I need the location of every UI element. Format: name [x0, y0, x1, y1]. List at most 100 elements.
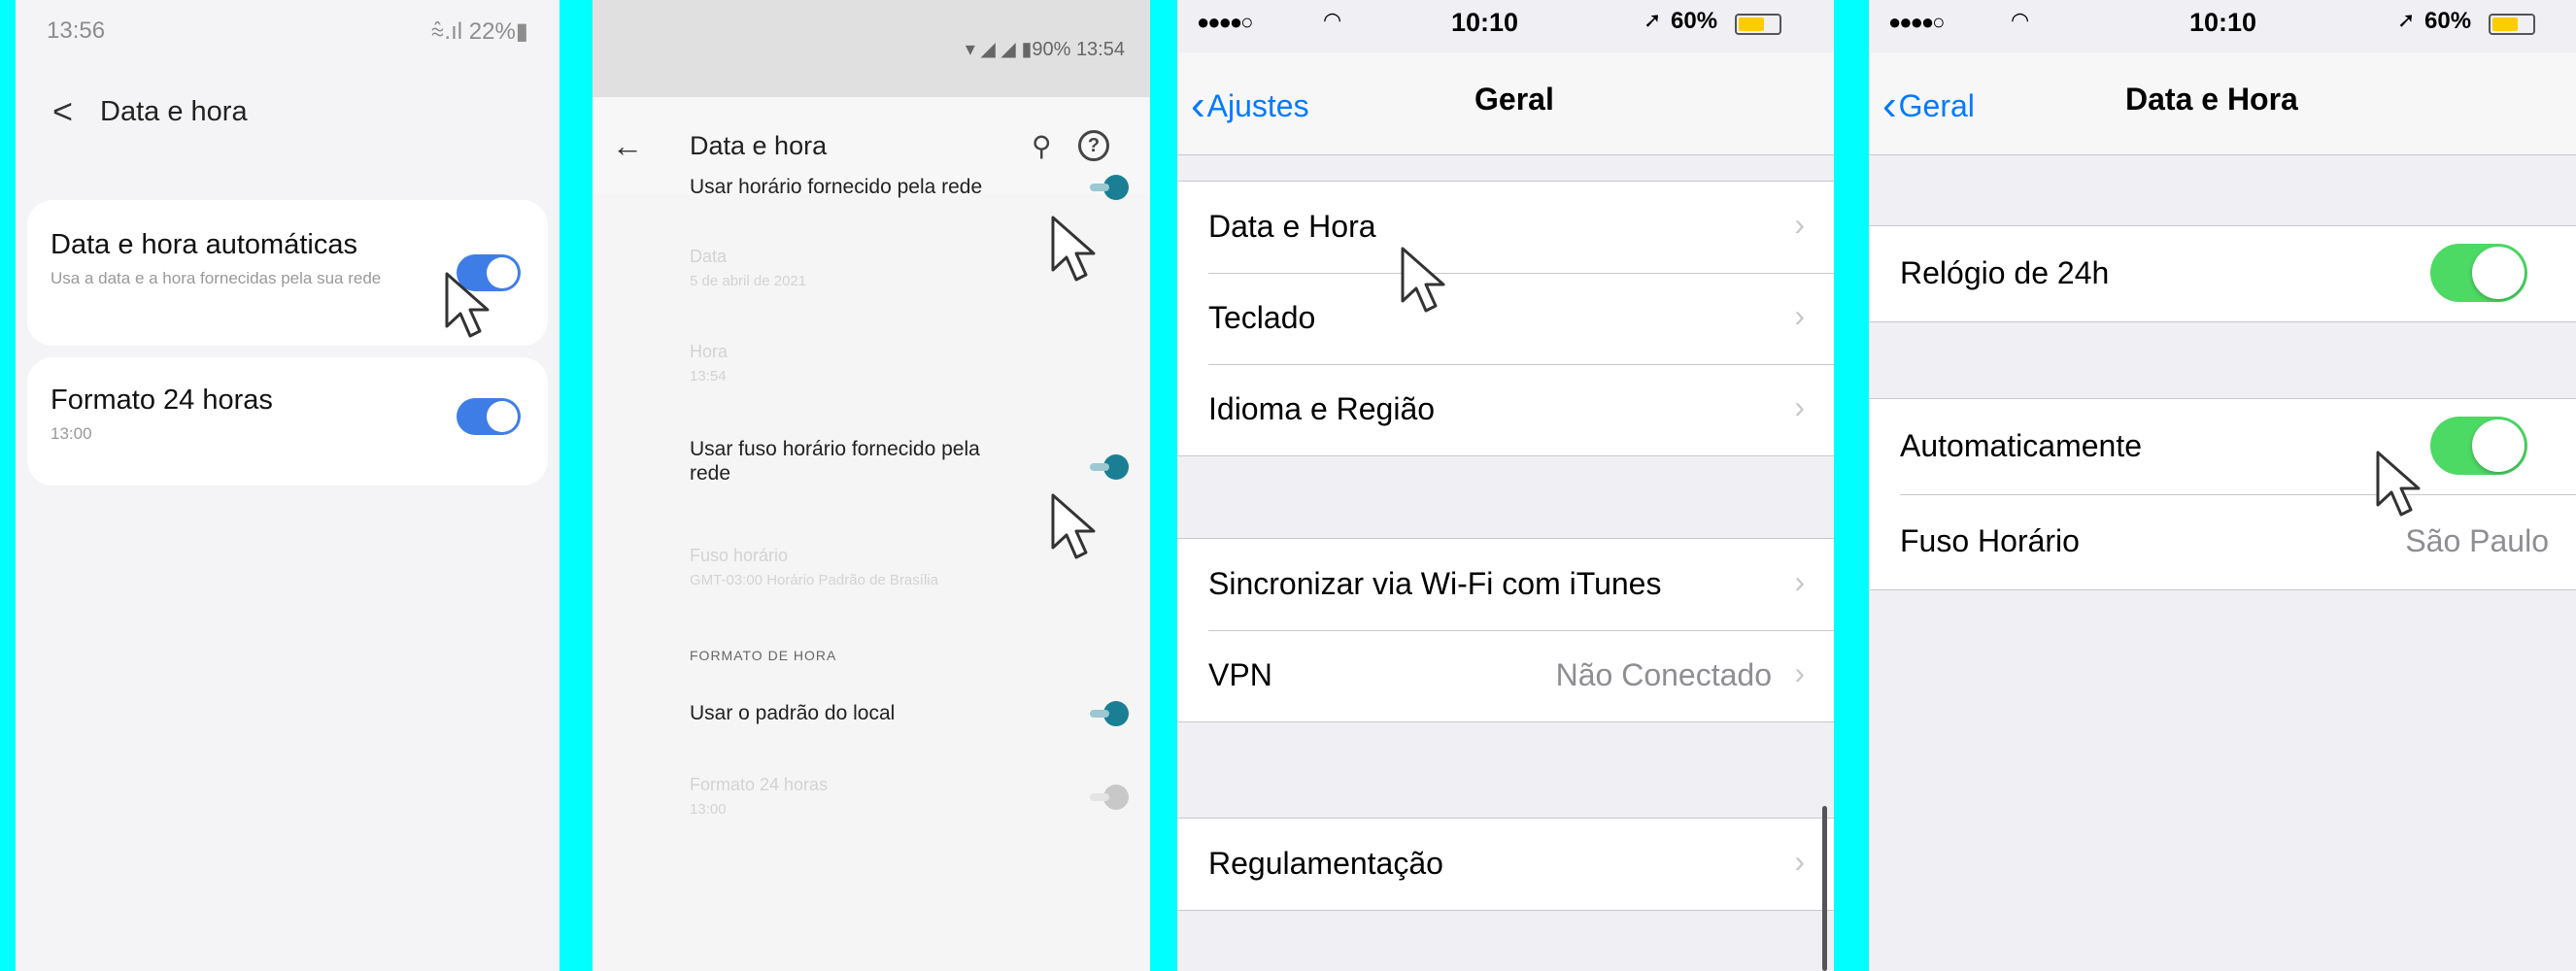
- chevron-right-icon: ›: [1794, 844, 1805, 879]
- status-time: 13:56: [47, 17, 106, 44]
- page-title: Data e hora: [100, 95, 248, 127]
- status-bar: 13:56 ⩯.ıl 22%▮: [16, 0, 559, 62]
- mouse-cursor-icon: [445, 272, 490, 338]
- page-title: Geral: [1474, 82, 1554, 117]
- ios-datetime-screen: ●●●●○ ◠ 10:10 ➚ 60% ‹Geral Data e Hora R…: [1869, 0, 2576, 971]
- status-icons: ▾ ◢ ◢ ▮90% 13:54: [965, 38, 1125, 60]
- automatic-toggle[interactable]: [2430, 417, 2527, 475]
- network-zone-toggle[interactable]: [1090, 454, 1129, 480]
- date-value: 5 de abril de 2021: [690, 273, 807, 289]
- row-language-region[interactable]: Idioma e Região ›: [1177, 364, 1834, 455]
- row-label: VPN: [1208, 657, 1272, 692]
- settings-group: Data e Hora › Teclado › Idioma e Região …: [1177, 181, 1834, 456]
- row-label: Data e Hora: [1208, 209, 1376, 244]
- battery-percent: 60%: [2424, 8, 2472, 34]
- signal-icon: ●●●●○: [1197, 10, 1253, 34]
- setting-label: Formato 24 horas: [51, 385, 273, 416]
- row-label: Automaticamente: [1900, 428, 2143, 463]
- chevron-left-icon: ‹: [1882, 82, 1897, 129]
- row-vpn[interactable]: VPN Não Conectado ›: [1177, 630, 1834, 721]
- help-icon[interactable]: ?: [1078, 130, 1109, 161]
- timezone-setting: Fuso horário GMT-03:00 Horário Padrão de…: [690, 544, 938, 592]
- network-zone-label[interactable]: Usar fuso horário fornecido pela rede: [690, 437, 1020, 486]
- row-date-time[interactable]: Data e Hora ›: [1177, 182, 1834, 273]
- mouse-cursor-icon: [1051, 216, 1096, 282]
- chevron-right-icon: ›: [1794, 298, 1805, 333]
- row-keyboard[interactable]: Teclado ›: [1177, 273, 1834, 364]
- vpn-status: Não Conectado: [1555, 657, 1772, 692]
- 24h-format-toggle[interactable]: [457, 398, 521, 435]
- settings-group: Regulamentação ›: [1177, 818, 1834, 911]
- location-icon: ➚: [1644, 8, 1662, 32]
- row-label: Sincronizar via Wi-Fi com iTunes: [1208, 566, 1662, 601]
- battery-percent: 60%: [1671, 8, 1718, 34]
- network-time-label[interactable]: Usar horário fornecido pela rede: [690, 175, 982, 199]
- setting-description: Usa a data e a hora fornecidas pela sua …: [51, 269, 382, 287]
- status-icons: ⩯.ıl 22%▮: [430, 17, 528, 45]
- mouse-cursor-icon: [1051, 493, 1096, 559]
- row-label: Idioma e Região: [1208, 391, 1436, 426]
- row-itunes-sync[interactable]: Sincronizar via Wi-Fi com iTunes ›: [1177, 539, 1834, 630]
- row-label: Relógio de 24h: [1900, 255, 2110, 290]
- network-time-toggle[interactable]: [1090, 175, 1129, 200]
- section-header: FORMATO DE HORA: [690, 648, 837, 663]
- back-button[interactable]: ‹Geral: [1882, 82, 1975, 130]
- time-setting: Hora 13:54: [690, 340, 728, 388]
- scrollbar[interactable]: [1822, 806, 1827, 971]
- chevron-left-icon: ‹: [1191, 82, 1205, 129]
- page-title: Data e hora: [690, 130, 828, 160]
- status-bar: ▾ ◢ ◢ ▮90% 13:54: [593, 0, 1150, 97]
- 24h-format-label: Formato 24 horas: [690, 775, 829, 794]
- battery-icon: [1735, 14, 1781, 35]
- wifi-icon: ◠: [1323, 8, 1342, 32]
- row-label: Teclado: [1208, 300, 1316, 335]
- status-bar: ●●●●○ ◠ 10:10 ➚ 60%: [1869, 0, 2576, 52]
- row-label: Fuso Horário: [1900, 523, 2080, 558]
- locale-default-label[interactable]: Usar o padrão do local: [690, 701, 895, 725]
- 24h-format-value: 13:00: [690, 801, 727, 818]
- status-bar: ●●●●○ ◠ 10:10 ➚ 60%: [1177, 0, 1834, 52]
- search-icon[interactable]: ⚲: [1032, 130, 1052, 162]
- ios-general-screen: ●●●●○ ◠ 10:10 ➚ 60% ‹Ajustes Geral Data …: [1177, 0, 1834, 971]
- back-button[interactable]: ‹Ajustes: [1191, 82, 1309, 130]
- setting-24h-format[interactable]: Formato 24 horas 13:00: [27, 357, 548, 486]
- time-value: 13:54: [690, 368, 727, 385]
- timezone-value: São Paulo: [2405, 523, 2549, 558]
- date-setting: Data 5 de abril de 2021: [690, 245, 806, 293]
- row-timezone[interactable]: Fuso Horário São Paulo: [1869, 494, 2576, 589]
- back-arrow-icon[interactable]: ←: [612, 128, 643, 164]
- settings-group: Automaticamente Fuso Horário São Paulo: [1869, 398, 2576, 590]
- back-label: Geral: [1898, 88, 1975, 123]
- row-regulatory[interactable]: Regulamentação ›: [1177, 819, 1834, 910]
- android-screen: ▾ ◢ ◢ ▮90% 13:54 ← Data e hora ⚲ ? Usar …: [593, 0, 1150, 971]
- timezone-value: GMT-03:00 Horário Padrão de Brasília: [690, 572, 938, 588]
- 24h-clock-toggle[interactable]: [2430, 244, 2527, 302]
- back-label: Ajustes: [1206, 88, 1309, 123]
- row-automatic[interactable]: Automaticamente: [1869, 399, 2576, 494]
- timezone-label: Fuso horário: [690, 546, 789, 565]
- row-24h-clock[interactable]: Relógio de 24h: [1869, 226, 2576, 321]
- samsung-screen: 13:56 ⩯.ıl 22%▮ < Data e hora Data e hor…: [16, 0, 559, 971]
- status-time: 10:10: [2189, 8, 2257, 37]
- setting-description: 13:00: [51, 424, 92, 443]
- location-icon: ➚: [2397, 8, 2416, 32]
- settings-group: Sincronizar via Wi-Fi com iTunes › VPN N…: [1177, 538, 1834, 722]
- page-title: Data e Hora: [2125, 82, 2298, 117]
- settings-group: Relógio de 24h: [1869, 225, 2576, 322]
- back-arrow-icon[interactable]: <: [52, 91, 73, 132]
- time-label: Hora: [690, 342, 729, 361]
- date-label: Data: [690, 247, 728, 266]
- 24h-format-setting: Formato 24 horas 13:00: [690, 773, 828, 821]
- locale-default-toggle[interactable]: [1090, 701, 1129, 726]
- chevron-right-icon: ›: [1794, 655, 1805, 690]
- nav-bar: ‹Ajustes Geral: [1177, 52, 1834, 155]
- mouse-cursor-icon: [1401, 247, 1445, 313]
- chevron-right-icon: ›: [1794, 389, 1805, 424]
- chevron-right-icon: ›: [1794, 207, 1805, 242]
- app-bar: < Data e hora: [16, 62, 559, 161]
- nav-bar: ‹Geral Data e Hora: [1869, 52, 2576, 155]
- wifi-icon: ◠: [2011, 8, 2030, 32]
- battery-icon: [2489, 14, 2535, 35]
- row-label: Regulamentação: [1208, 846, 1443, 881]
- signal-icon: ●●●●○: [1888, 10, 1945, 34]
